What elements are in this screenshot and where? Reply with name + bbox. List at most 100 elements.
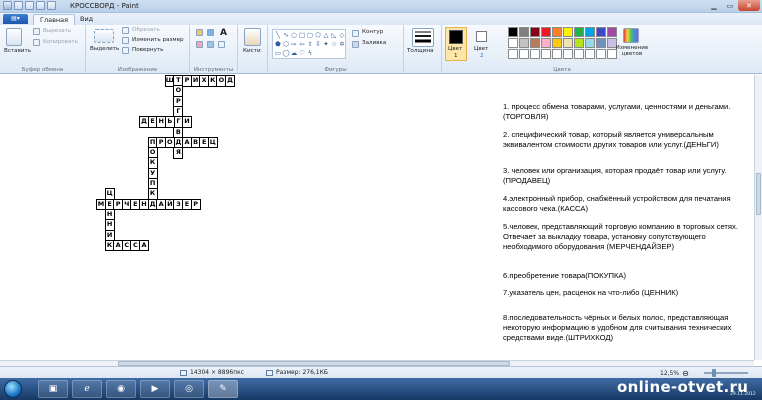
color-swatch[interactable] <box>574 49 584 59</box>
color1-button[interactable]: Цвет 1 <box>445 27 467 61</box>
color-swatch[interactable] <box>508 38 518 48</box>
color-swatch[interactable] <box>508 27 518 37</box>
color-picker-icon[interactable] <box>207 41 214 48</box>
magnifier-icon[interactable] <box>218 41 225 48</box>
shape-callout-oval-icon[interactable]: ◯ <box>282 49 290 58</box>
minimize-button[interactable]: ▁ <box>706 0 722 11</box>
shape-callout-cloud-icon[interactable]: ☁ <box>290 49 298 58</box>
shape-oval-icon[interactable]: ○ <box>290 31 298 40</box>
eraser-icon[interactable] <box>196 41 203 48</box>
paste-button[interactable]: Вставить <box>4 48 31 54</box>
shape-rectangle-icon[interactable]: □ <box>298 31 306 40</box>
color-swatch[interactable] <box>541 49 551 59</box>
shape-star5-icon[interactable]: ☆ <box>330 40 338 49</box>
edit-colors-button[interactable]: Изменение цветов <box>614 45 650 57</box>
outline-dropdown[interactable]: Контур <box>362 29 383 35</box>
vertical-scrollbar[interactable] <box>754 75 762 360</box>
color-swatch[interactable] <box>607 27 617 37</box>
color-swatch[interactable] <box>596 49 606 59</box>
shape-polygon-icon[interactable]: ⬠ <box>314 31 322 40</box>
shape-star4-icon[interactable]: ✦ <box>322 40 330 49</box>
rotate-button[interactable]: Повернуть <box>132 47 163 53</box>
size-button[interactable]: Толщина <box>407 48 433 54</box>
color-swatch[interactable] <box>596 27 606 37</box>
fill-bucket-icon[interactable] <box>207 29 214 36</box>
color-swatch[interactable] <box>519 27 529 37</box>
internet-explorer-taskbar-icon[interactable]: ℯ <box>72 380 102 398</box>
zoom-slider-knob[interactable] <box>712 369 716 377</box>
shape-triangle-icon[interactable]: △ <box>322 31 330 40</box>
shape-curve-icon[interactable]: ∿ <box>282 31 290 40</box>
pencil-icon[interactable] <box>196 29 203 36</box>
fill-dropdown[interactable]: Заливка <box>362 40 386 46</box>
shape-diamond-icon[interactable]: ◇ <box>338 31 346 40</box>
select-button[interactable]: Выделить <box>90 46 119 52</box>
color-swatch[interactable] <box>574 27 584 37</box>
color-swatch[interactable] <box>585 27 595 37</box>
color-swatch[interactable] <box>530 49 540 59</box>
line-size-icon[interactable] <box>412 28 434 47</box>
shape-pentagon-icon[interactable]: ⬟ <box>274 40 282 49</box>
crop-button[interactable]: Обрезать <box>132 27 160 33</box>
select-icon[interactable] <box>94 29 114 43</box>
cut-button[interactable]: Вырезать <box>43 28 71 34</box>
shape-star6-icon[interactable]: ✡ <box>338 40 346 49</box>
color-swatch[interactable] <box>563 27 573 37</box>
tab-home[interactable]: Главная <box>33 14 76 25</box>
edit-colors-icon[interactable] <box>623 28 639 43</box>
opera-taskbar-icon[interactable]: ◎ <box>174 380 204 398</box>
shape-right-triangle-icon[interactable]: ◺ <box>330 31 338 40</box>
color-swatch[interactable] <box>519 38 529 48</box>
color-swatch[interactable] <box>508 49 518 59</box>
color-swatch[interactable] <box>552 27 562 37</box>
resize-button[interactable]: Изменить размер <box>132 37 184 43</box>
color-swatch[interactable] <box>596 38 606 48</box>
color-swatch[interactable] <box>530 38 540 48</box>
text-tool-button[interactable]: A <box>220 28 227 38</box>
redo-icon[interactable] <box>36 1 45 10</box>
brush-icon[interactable] <box>244 28 261 46</box>
shape-rounded-rectangle-icon[interactable]: ▢ <box>306 31 314 40</box>
color2-button[interactable]: Цвет 2 <box>471 27 493 61</box>
color-swatch[interactable] <box>552 38 562 48</box>
color-swatch[interactable] <box>574 38 584 48</box>
color-swatch[interactable] <box>541 27 551 37</box>
copy-button[interactable]: Копировать <box>43 39 78 45</box>
color-swatch[interactable] <box>585 38 595 48</box>
color-swatch[interactable] <box>552 49 562 59</box>
maximize-button[interactable]: ▭ <box>722 0 738 11</box>
tab-view[interactable]: Вид <box>74 14 99 25</box>
shape-arrow-up-icon[interactable]: ⇧ <box>306 40 314 49</box>
shape-arrow-right-icon[interactable]: ⇨ <box>290 40 298 49</box>
color-swatch[interactable] <box>585 49 595 59</box>
brushes-button[interactable]: Кисти <box>243 48 261 54</box>
color-swatch[interactable] <box>563 38 573 48</box>
paste-icon[interactable] <box>6 28 22 46</box>
color-swatch[interactable] <box>563 49 573 59</box>
vertical-scroll-thumb[interactable] <box>756 173 761 215</box>
customize-dropdown-icon[interactable] <box>47 1 56 10</box>
chrome-taskbar-icon[interactable]: ◉ <box>106 380 136 398</box>
start-button[interactable] <box>4 380 22 398</box>
media-player-taskbar-icon[interactable]: ▶ <box>140 380 170 398</box>
file-menu-button[interactable]: ▤▾ <box>3 14 28 24</box>
shape-hexagon-icon[interactable]: ⬡ <box>282 40 290 49</box>
undo-icon[interactable] <box>25 1 34 10</box>
color-swatch[interactable] <box>519 49 529 59</box>
zoom-slider[interactable] <box>704 372 748 374</box>
close-button[interactable]: ✕ <box>738 0 760 11</box>
shape-heart-icon[interactable]: ♡ <box>298 49 306 58</box>
shape-arrow-left-icon[interactable]: ⇦ <box>298 40 306 49</box>
shape-lightning-icon[interactable]: ϟ <box>306 49 314 58</box>
shape-callout-rect-icon[interactable]: ▭ <box>274 49 282 58</box>
shape-line-icon[interactable]: ╲ <box>274 31 282 40</box>
save-icon[interactable] <box>14 1 23 10</box>
shape-arrow-down-icon[interactable]: ⇩ <box>314 40 322 49</box>
paint-taskbar-icon[interactable]: ✎ <box>208 380 238 398</box>
explorer-taskbar-icon[interactable]: ▣ <box>38 380 68 398</box>
color-swatch[interactable] <box>530 27 540 37</box>
color-swatch[interactable] <box>541 38 551 48</box>
zoom-out-icon[interactable]: ⊖ <box>682 369 689 378</box>
canvas[interactable]: ШТРИХКОДОРГГВДЯДЕНЬИПРОАВЕЦОКУПКДМЕРЧЕНА… <box>0 75 754 360</box>
paint-app-icon[interactable] <box>3 1 12 10</box>
